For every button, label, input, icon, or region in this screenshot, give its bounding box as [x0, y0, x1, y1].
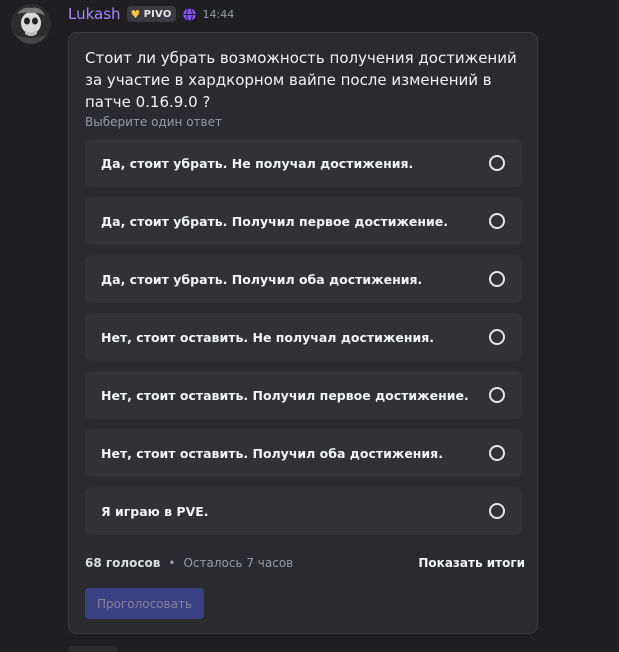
message-header: Lukash ♥ PIVO 14:44 [68, 3, 234, 25]
poll-answer[interactable]: Да, стоит убрать. Не получал достижения. [85, 139, 522, 187]
vote-count: 68 голосов [85, 556, 161, 570]
vote-button[interactable]: Проголосовать [85, 588, 204, 619]
poll-answer[interactable]: Нет, стоит оставить. Получил оба достиже… [85, 429, 522, 477]
radio-icon[interactable] [489, 445, 505, 461]
poll-answer-label: Да, стоит убрать. Не получал достижения. [101, 155, 414, 171]
show-results-button[interactable]: Показать итоги [418, 556, 525, 570]
poll-answer[interactable]: Да, стоит убрать. Получил оба достижения… [85, 255, 522, 303]
poll-answer-label: Нет, стоит оставить. Получил первое дост… [101, 387, 469, 403]
poll-hint: Выберите один ответ [85, 115, 222, 129]
radio-icon[interactable] [489, 213, 505, 229]
radio-icon[interactable] [489, 387, 505, 403]
poll-answer-label: Нет, стоит оставить. Не получал достижен… [101, 329, 435, 345]
timestamp: 14:44 [202, 7, 235, 21]
avatar-image [11, 4, 51, 44]
poll-answers: Да, стоит убрать. Не получал достижения.… [85, 139, 522, 545]
poll-footer: 68 голосов • Осталось 7 часов Показать и… [85, 554, 525, 572]
radio-icon[interactable] [489, 271, 505, 287]
guild-tag[interactable]: ♥ PIVO [126, 6, 176, 22]
poll-answer-label: Нет, стоит оставить. Получил оба достиже… [101, 445, 443, 461]
separator-dot: • [168, 556, 176, 570]
poll-answer-label: Да, стоит убрать. Получил оба достижения… [101, 271, 423, 287]
globe-icon [182, 6, 197, 22]
poll-card: Стоит ли убрать возможность получения до… [68, 32, 538, 634]
guild-tag-label: PIVO [143, 8, 172, 20]
time-remaining: Осталось 7 часов [183, 556, 294, 570]
poll-answer[interactable]: Нет, стоит оставить. Не получал достижен… [85, 313, 522, 361]
chat-message: Lukash ♥ PIVO 14:44 Стоит ли убрать возм… [0, 0, 619, 652]
radio-icon[interactable] [489, 329, 505, 345]
radio-icon[interactable] [489, 503, 505, 519]
poll-answer-label: Я играю в PVE. [101, 503, 209, 519]
poll-answer[interactable]: Да, стоит убрать. Получил первое достиже… [85, 197, 522, 245]
username[interactable]: Lukash [68, 5, 121, 23]
avatar[interactable] [11, 4, 51, 44]
radio-icon[interactable] [489, 155, 505, 171]
next-message-stub [68, 646, 118, 652]
poll-answer-label: Да, стоит убрать. Получил первое достиже… [101, 213, 448, 229]
poll-answer[interactable]: Нет, стоит оставить. Получил первое дост… [85, 371, 522, 419]
poll-question: Стоит ли убрать возможность получения до… [85, 49, 517, 111]
poll-answer[interactable]: Я играю в PVE. [85, 487, 522, 535]
heart-icon: ♥ [130, 7, 141, 21]
